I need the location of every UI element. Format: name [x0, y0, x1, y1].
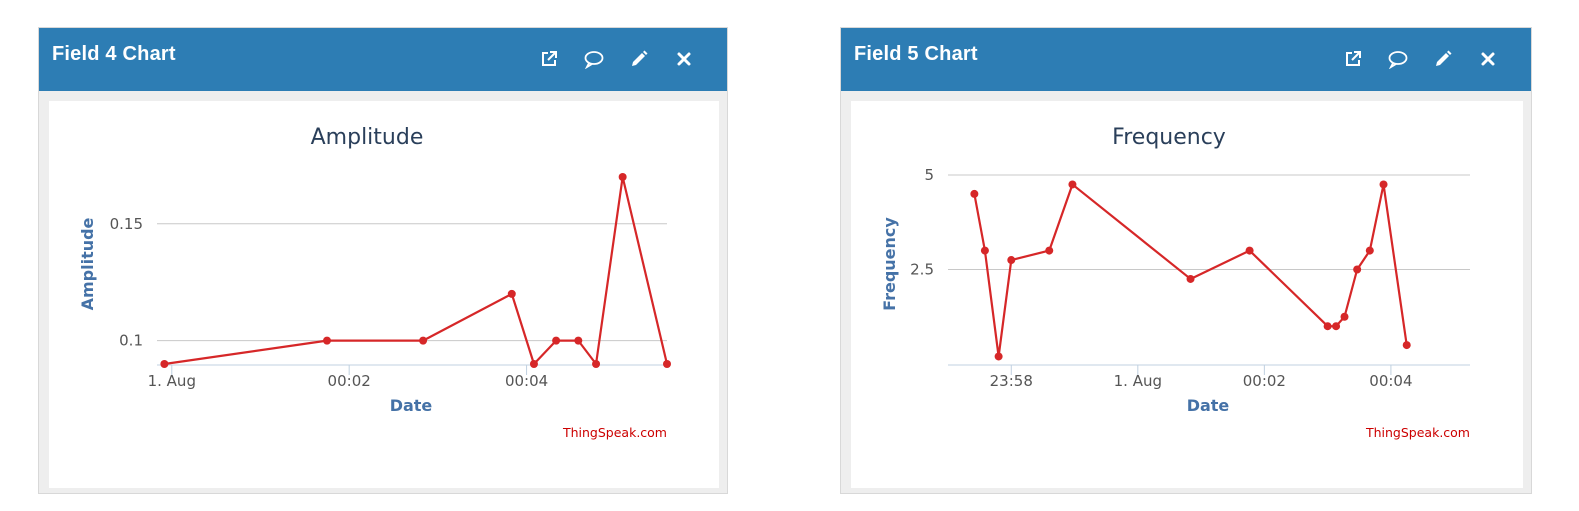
y-tick-label: 0.1: [119, 332, 143, 350]
y-tick-label: 5: [924, 166, 934, 184]
series-line: [164, 175, 669, 366]
data-point[interactable]: [1365, 246, 1374, 255]
data-point[interactable]: [970, 189, 979, 198]
data-point[interactable]: [1186, 274, 1195, 283]
data-point[interactable]: [507, 289, 516, 298]
external-link-icon[interactable]: [1338, 45, 1368, 73]
data-point[interactable]: [419, 336, 428, 345]
data-point[interactable]: [323, 336, 331, 345]
y-axis-title: Frequency: [880, 217, 899, 311]
field-4-chart-panel: Field 4 Chart Amplitude Amplitude Date T…: [38, 27, 728, 494]
data-point[interactable]: [1245, 246, 1254, 255]
pencil-icon[interactable]: [1428, 45, 1458, 73]
field-5-chart-panel: Field 5 Chart Frequency Frequency Date T…: [840, 27, 1532, 494]
x-axis-title: Date: [390, 396, 433, 415]
panel-header: Field 4 Chart: [39, 28, 727, 91]
close-icon[interactable]: [1473, 45, 1503, 73]
data-point[interactable]: [1332, 322, 1341, 331]
x-tick-label: 23:58: [990, 372, 1033, 390]
chart-area: Frequency Frequency Date ThingSpeak.com …: [851, 101, 1523, 488]
data-point[interactable]: [574, 336, 583, 345]
comment-icon[interactable]: [1383, 45, 1413, 73]
data-point[interactable]: [1402, 341, 1411, 350]
series-line: [973, 183, 1408, 358]
data-point[interactable]: [1323, 322, 1332, 331]
x-tick-label: 1. Aug: [1114, 372, 1162, 390]
panel-title: Field 4 Chart: [52, 43, 176, 65]
panel-tools: [1323, 45, 1503, 73]
pencil-icon[interactable]: [624, 45, 654, 73]
x-tick-label: 00:02: [1243, 372, 1286, 390]
x-tick-label: 00:04: [505, 372, 548, 390]
x-tick-label: 00:02: [328, 372, 371, 390]
x-tick-label: 00:04: [1369, 372, 1412, 390]
data-point[interactable]: [980, 246, 989, 255]
panel-tools: [519, 45, 699, 73]
amplitude-chart: Amplitude Amplitude Date ThingSpeak.com …: [78, 125, 671, 440]
data-point[interactable]: [618, 173, 627, 181]
chart-title: Frequency: [1112, 125, 1226, 150]
chart-area: Amplitude Amplitude Date ThingSpeak.com …: [49, 101, 719, 488]
data-point[interactable]: [994, 352, 1003, 361]
data-point[interactable]: [1379, 180, 1388, 189]
y-tick-label: 0.15: [110, 215, 143, 233]
external-link-icon[interactable]: [534, 45, 564, 73]
data-point[interactable]: [160, 360, 169, 368]
data-point[interactable]: [529, 360, 538, 368]
credit-link[interactable]: ThingSpeak.com: [1365, 425, 1470, 440]
data-point[interactable]: [663, 360, 671, 368]
credit-link[interactable]: ThingSpeak.com: [562, 425, 667, 440]
data-point[interactable]: [1353, 265, 1362, 274]
comment-icon[interactable]: [579, 45, 609, 73]
panel-header: Field 5 Chart: [841, 28, 1531, 91]
x-tick-label: 1. Aug: [148, 372, 196, 390]
x-axis-title: Date: [1187, 396, 1230, 415]
data-point[interactable]: [592, 360, 601, 368]
chart-title: Amplitude: [311, 125, 424, 150]
y-axis-title: Amplitude: [78, 217, 97, 310]
data-point[interactable]: [552, 336, 561, 345]
data-point[interactable]: [1045, 246, 1054, 255]
frequency-chart: Frequency Frequency Date ThingSpeak.com …: [880, 125, 1470, 440]
data-point[interactable]: [1068, 180, 1077, 189]
panel-title: Field 5 Chart: [854, 43, 978, 65]
data-point[interactable]: [1007, 256, 1016, 265]
close-icon[interactable]: [669, 45, 699, 73]
y-tick-label: 2.5: [910, 261, 934, 279]
data-point[interactable]: [1340, 312, 1349, 321]
